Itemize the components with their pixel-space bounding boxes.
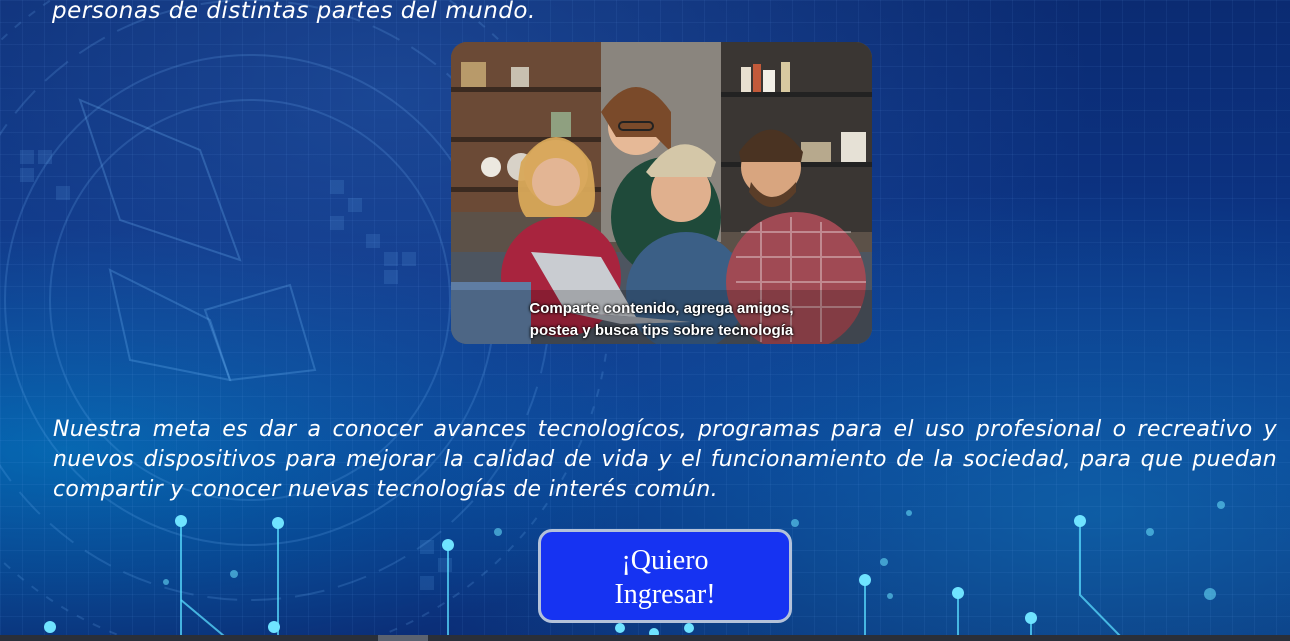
photo-caption: Comparte contenido, agrega amigos, poste… (451, 298, 872, 342)
photo-caption-line-1: Comparte contenido, agrega amigos, (529, 300, 794, 317)
horizontal-scrollbar[interactable] (0, 635, 1290, 641)
mission-paragraph: Nuestra meta es dar a conocer avances te… (53, 417, 1277, 502)
photo-caption-line-2: postea y busca tips sobre tecnología (529, 322, 794, 339)
featured-photo: Comparte contenido, agrega amigos, poste… (451, 42, 872, 344)
scrollbar-thumb[interactable] (378, 635, 428, 641)
cta-label-line-1: ¡Quiero (621, 545, 709, 576)
quiero-ingresar-button[interactable]: ¡Quiero Ingresar! (538, 529, 792, 623)
intro-text: personas de distintas partes del mundo. (52, 0, 536, 24)
cta-label-line-2: Ingresar! (614, 579, 716, 610)
